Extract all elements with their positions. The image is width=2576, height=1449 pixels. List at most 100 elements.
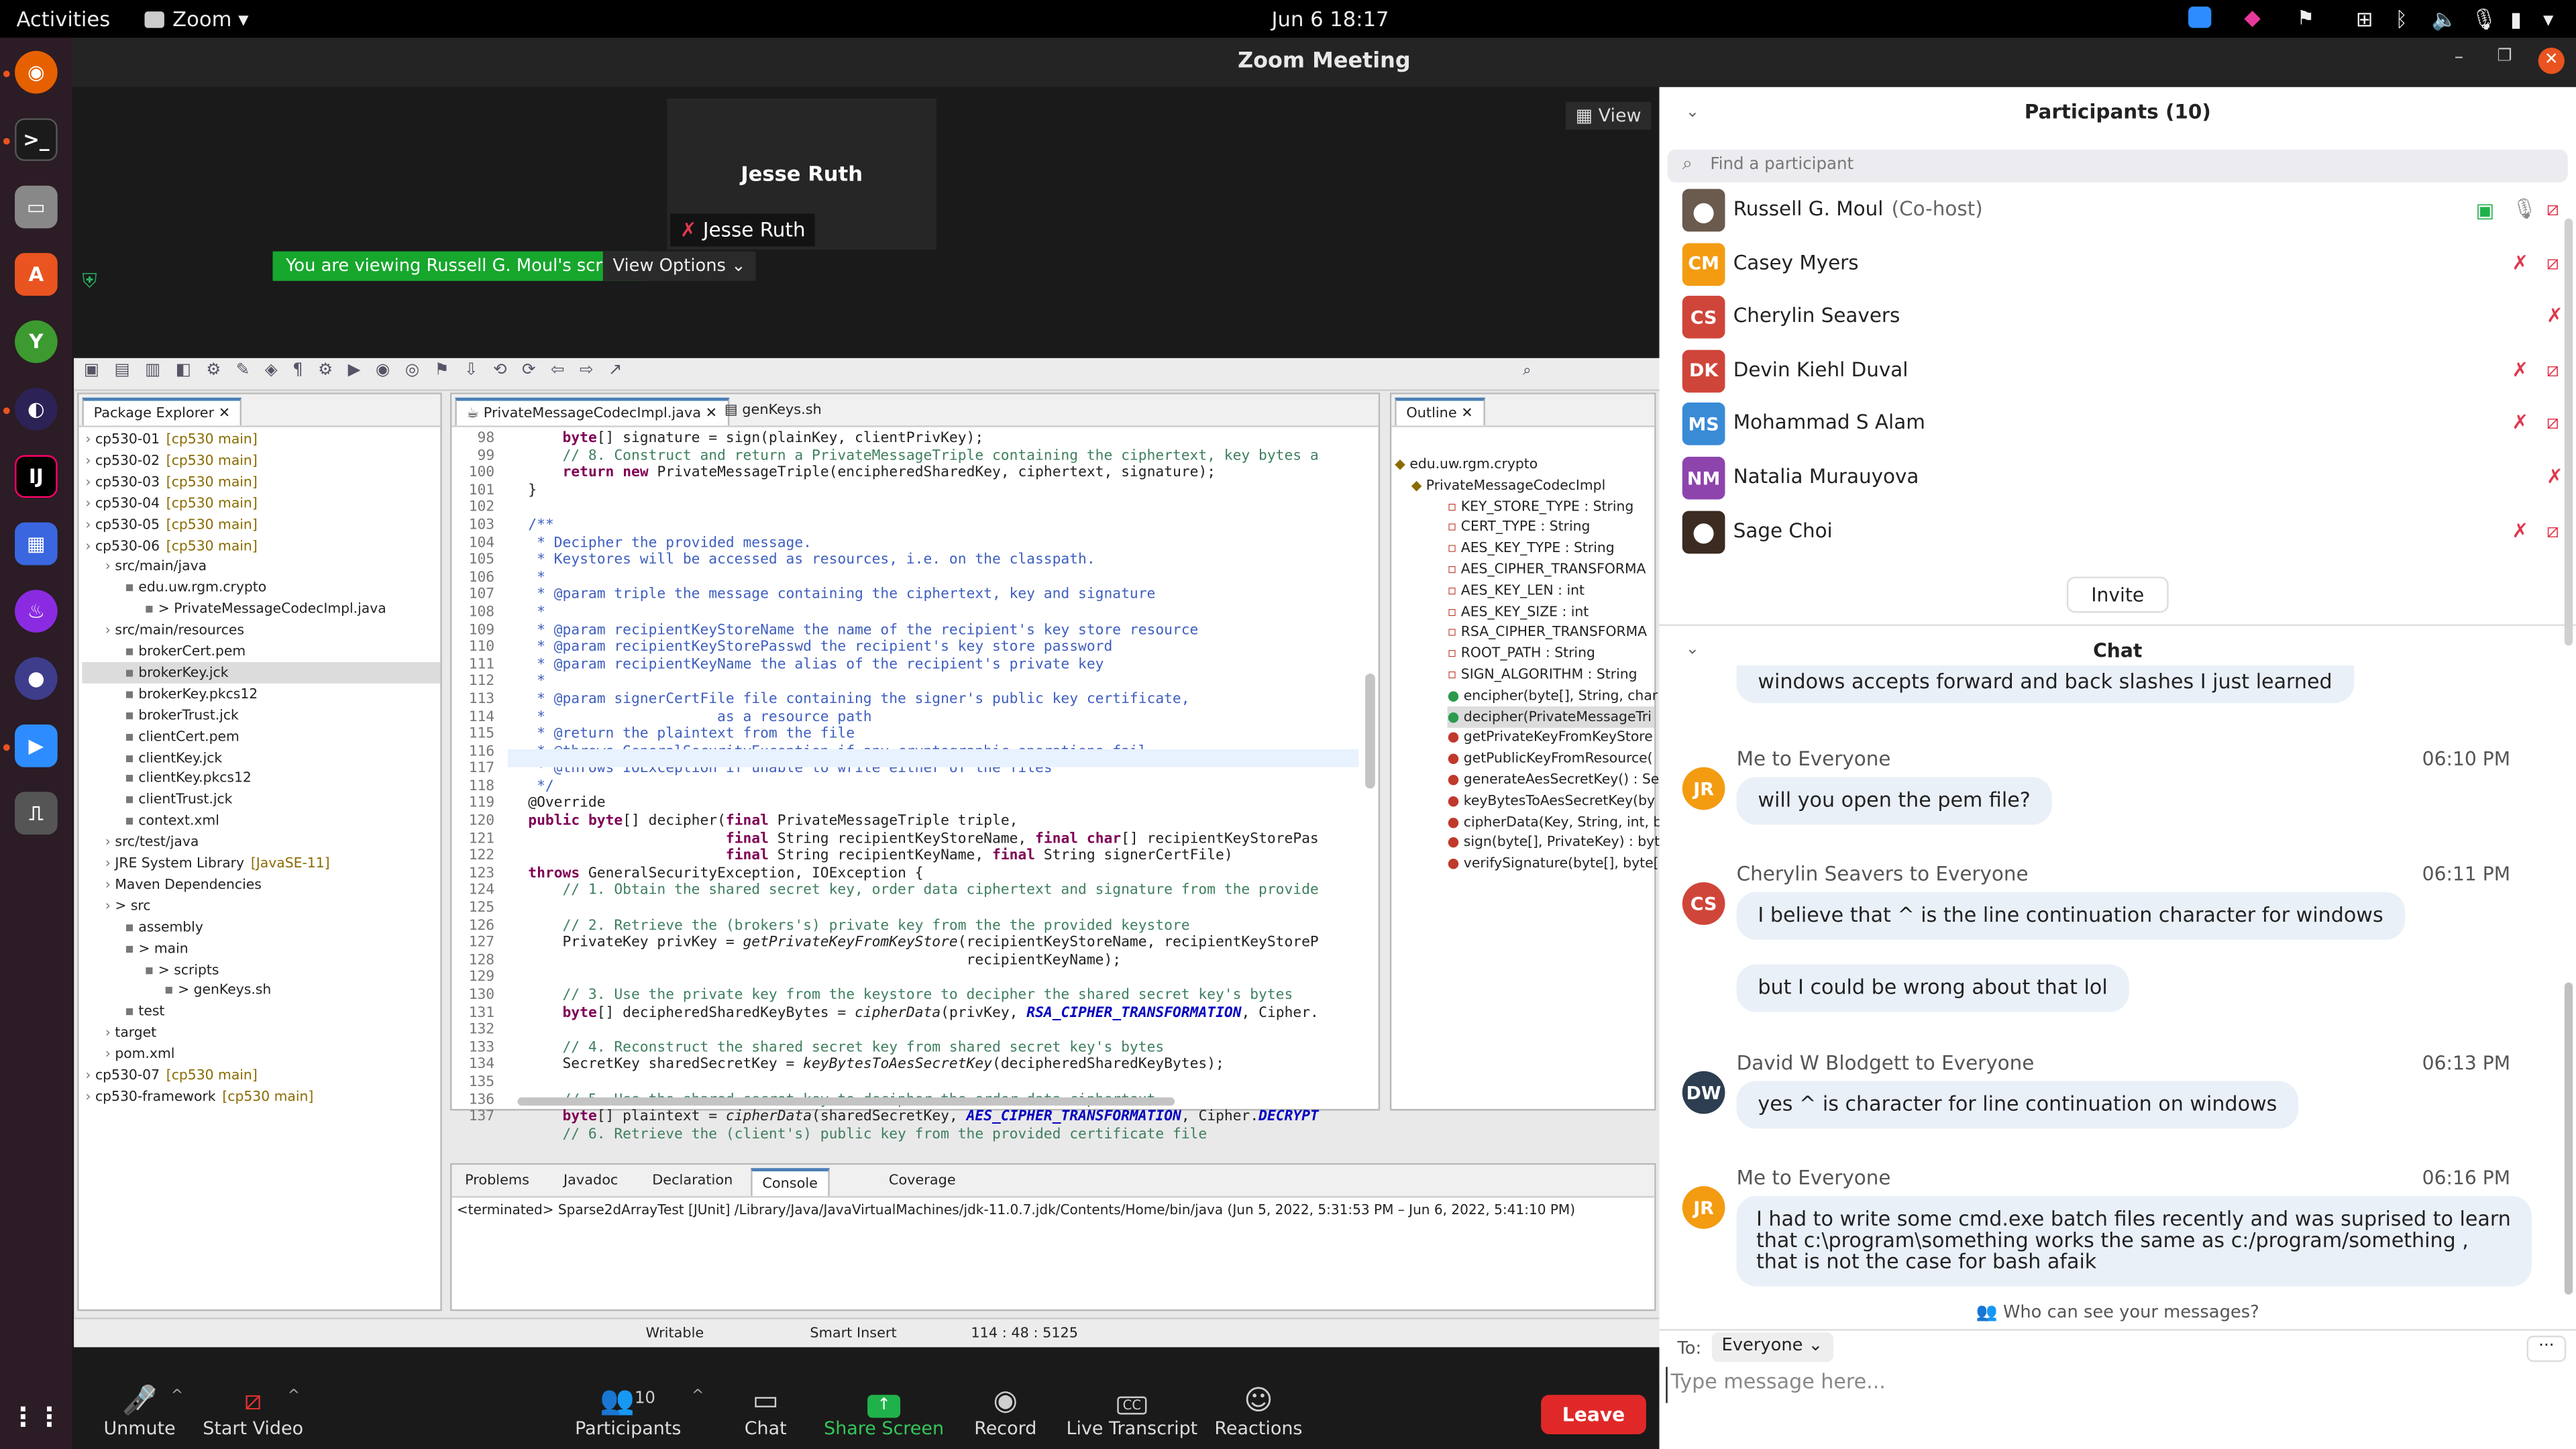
code-text[interactable]: byte[] signature = sign(plainKey, client…: [511, 431, 1365, 1144]
outline-item[interactable]: ▫ AES_CIPHER_TRANSFORMA: [1448, 559, 1646, 580]
tree-item[interactable]: ▪ context.xml: [125, 810, 219, 832]
participant-row[interactable]: ● Russell G. Moul (Co-host) ▣ 🎙 ⧄: [1682, 186, 2569, 238]
tree-item[interactable]: ▪ > PrivateMessageCodecImpl.java: [145, 598, 386, 620]
minimize-icon[interactable]: –: [2455, 46, 2463, 68]
usb-icon[interactable]: ⎍: [15, 792, 58, 835]
tree-item[interactable]: ▪ clientKey.jck: [125, 747, 222, 768]
tree-item[interactable]: ▪ test: [125, 1001, 164, 1022]
tab-coverage[interactable]: Coverage: [879, 1168, 965, 1196]
outline-item[interactable]: ● cipherData(Key, String, int, b: [1448, 811, 1662, 833]
outline-item[interactable]: ◆ edu.uw.rgm.crypto: [1395, 453, 1538, 475]
show-apps-icon[interactable]: ⋮⋮: [10, 1395, 62, 1438]
tab-javadoc[interactable]: Javadoc: [553, 1168, 628, 1196]
horizontal-scrollbar[interactable]: [517, 1097, 1175, 1106]
tree-item[interactable]: ▪ brokerTrust.jck: [125, 704, 239, 726]
outline-item[interactable]: ● sign(byte[], PrivateKey) : byt: [1448, 832, 1660, 853]
tab-package-explorer[interactable]: Package Explorer ✕: [82, 397, 242, 426]
tree-item[interactable]: ▪ brokerKey.pkcs12: [125, 683, 258, 704]
search-icon[interactable]: ⌕: [1523, 363, 1531, 379]
tree-item[interactable]: › > src: [105, 895, 151, 916]
tree-item[interactable]: › cp530-05 [cp530 main]: [85, 514, 257, 535]
zoom-app-menu[interactable]: Zoom ▾: [144, 7, 249, 32]
tree-item[interactable]: ▪ clientKey.pkcs12: [125, 768, 252, 790]
tree-item[interactable]: ▪ > scripts: [145, 959, 219, 980]
tree-item[interactable]: › cp530-07 [cp530 main]: [85, 1065, 257, 1086]
tree-item[interactable]: ▪ clientTrust.jck: [125, 789, 232, 810]
tree-item[interactable]: › target: [105, 1022, 156, 1044]
tab-console[interactable]: Console: [751, 1168, 830, 1196]
tray-icon[interactable]: ⚑: [2297, 7, 2314, 30]
firefox-icon[interactable]: ◉: [15, 50, 58, 94]
outline-item[interactable]: ● verifySignature(byte[], byte[: [1448, 853, 1659, 874]
tab-declaration[interactable]: Declaration: [643, 1168, 743, 1196]
outline-item[interactable]: ▫ KEY_STORE_TYPE : String: [1448, 496, 1634, 517]
zoom-dock-icon[interactable]: ▶: [15, 724, 58, 767]
outline-item[interactable]: ● decipher(PrivateMessageTri: [1447, 706, 1655, 727]
clock[interactable]: Jun 6 18:17: [1272, 7, 1389, 32]
chat-scrollbar[interactable]: [2564, 982, 2573, 1295]
battery-icon[interactable]: ▮: [2510, 7, 2522, 32]
tree-item[interactable]: › src/main/java: [105, 556, 207, 578]
unmute-button[interactable]: 🎤̸ Unmute: [102, 1385, 178, 1440]
share-screen-button[interactable]: ↑ Share Screen: [822, 1385, 947, 1439]
outline-item[interactable]: ▫ ROOT_PATH : String: [1448, 643, 1595, 664]
chat-input[interactable]: Type message here...: [1666, 1366, 2561, 1403]
invite-button[interactable]: Invite: [2066, 576, 2169, 613]
participant-search-input[interactable]: ⌕ Find a participant: [1667, 149, 2568, 182]
outline-item[interactable]: ▫ AES_KEY_LEN : int: [1448, 580, 1585, 601]
bluetooth-icon[interactable]: ᛒ: [2396, 7, 2408, 32]
eclipse-toolbar[interactable]: ▣ ▤ ▥ ◧ ⚙ ✎ ◈ ¶ ⚙ ▶ ◉ ◎ ⚑ ⇩ ⟲ ⟳ ⇦ ⇨ ↗: [74, 358, 1660, 391]
tree-item[interactable]: ▪ > genKeys.sh: [164, 980, 271, 1002]
tree-item[interactable]: › JRE System Library [JavaSE-11]: [105, 853, 330, 874]
tree-item[interactable]: ▪ edu.uw.rgm.crypto: [125, 577, 266, 598]
network-icon[interactable]: ⊞: [2356, 7, 2373, 32]
outline-item[interactable]: ● encipher(byte[], String, char: [1448, 685, 1658, 706]
tray-app-icon[interactable]: ◆: [2244, 7, 2260, 32]
outline-item[interactable]: ▫ RSA_CIPHER_TRANSFORMA: [1448, 622, 1647, 643]
tree-item[interactable]: › cp530-06 [cp530 main]: [85, 535, 257, 556]
power-menu-icon[interactable]: ▾: [2543, 7, 2553, 32]
eclipse-icon[interactable]: ◐: [15, 387, 58, 431]
participant-row[interactable]: CS Cherylin Seavers ✗: [1682, 292, 2569, 345]
participant-row[interactable]: DK Devin Kiehl Duval ✗ ⧄: [1682, 346, 2569, 398]
app-icon[interactable]: Y: [15, 320, 58, 364]
app-icon[interactable]: ♨: [15, 590, 58, 633]
participants-button[interactable]: 👥10 Participants: [575, 1385, 681, 1440]
outline-item[interactable]: ● generateAesSecretKey() : Se: [1448, 769, 1660, 790]
tree-item[interactable]: ▪ clientCert.pem: [125, 725, 239, 747]
software-icon[interactable]: A: [15, 253, 58, 296]
participant-row[interactable]: CM Casey Myers ✗ ⧄: [1682, 239, 2569, 292]
tree-item[interactable]: › Maven Dependencies: [105, 874, 262, 896]
tree-item[interactable]: ▪ assembly: [125, 916, 203, 938]
participants-chevron-icon[interactable]: ^: [692, 1388, 704, 1404]
participant-row[interactable]: NM Natalia Murauyova ✗: [1682, 453, 2569, 506]
tree-item[interactable]: › cp530-04 [cp530 main]: [85, 492, 257, 514]
tree-item[interactable]: ▪ brokerKey.jck: [82, 661, 441, 684]
tree-item[interactable]: ▪ brokerCert.pem: [125, 641, 246, 662]
outline-item[interactable]: ▫ CERT_TYPE : String: [1448, 517, 1591, 538]
vertical-scrollbar[interactable]: [1365, 674, 1375, 789]
live-transcript-button[interactable]: CC Live Transcript: [1061, 1385, 1203, 1439]
activities-button[interactable]: Activities: [16, 7, 110, 32]
view-options-button[interactable]: View Options ⌄: [602, 251, 756, 281]
tree-item[interactable]: › src/test/java: [105, 831, 199, 853]
tree-item[interactable]: › cp530-02 [cp530 main]: [85, 450, 257, 472]
tree-item[interactable]: › cp530-01 [cp530 main]: [85, 429, 257, 450]
zoom-tray-icon[interactable]: [2188, 6, 2212, 28]
volume-icon[interactable]: 🔈: [2432, 7, 2457, 33]
participant-row[interactable]: MS Mohammad S Alam ✗ ⧄: [1682, 400, 2569, 452]
tree-item[interactable]: › cp530-03 [cp530 main]: [85, 471, 257, 492]
outline-item[interactable]: ● keyBytesToAesSecretKey(by: [1448, 790, 1655, 811]
tree-item[interactable]: › cp530-framework [cp530 main]: [85, 1086, 313, 1108]
outline-item[interactable]: ▫ SIGN_ALGORITHM : String: [1448, 663, 1638, 685]
participants-scrollbar[interactable]: [2564, 218, 2573, 646]
participant-row[interactable]: ● Sage Choi ✗ ⧄: [1682, 507, 2569, 559]
who-can-see-link[interactable]: 👥 Who can see your messages?: [1659, 1301, 2576, 1322]
outline-item[interactable]: ◆ PrivateMessageCodecImpl: [1411, 474, 1606, 496]
leave-button[interactable]: Leave: [1541, 1395, 1646, 1434]
terminal-icon[interactable]: >_: [15, 118, 58, 162]
intellij-icon[interactable]: IJ: [15, 455, 58, 498]
tab-privatemessagecodecimpl[interactable]: ☕ PrivateMessageCodecImpl.java ✕: [455, 397, 729, 426]
view-button[interactable]: ▦ View: [1565, 101, 1652, 130]
recipient-select[interactable]: Everyone ⌄: [1711, 1332, 1833, 1362]
